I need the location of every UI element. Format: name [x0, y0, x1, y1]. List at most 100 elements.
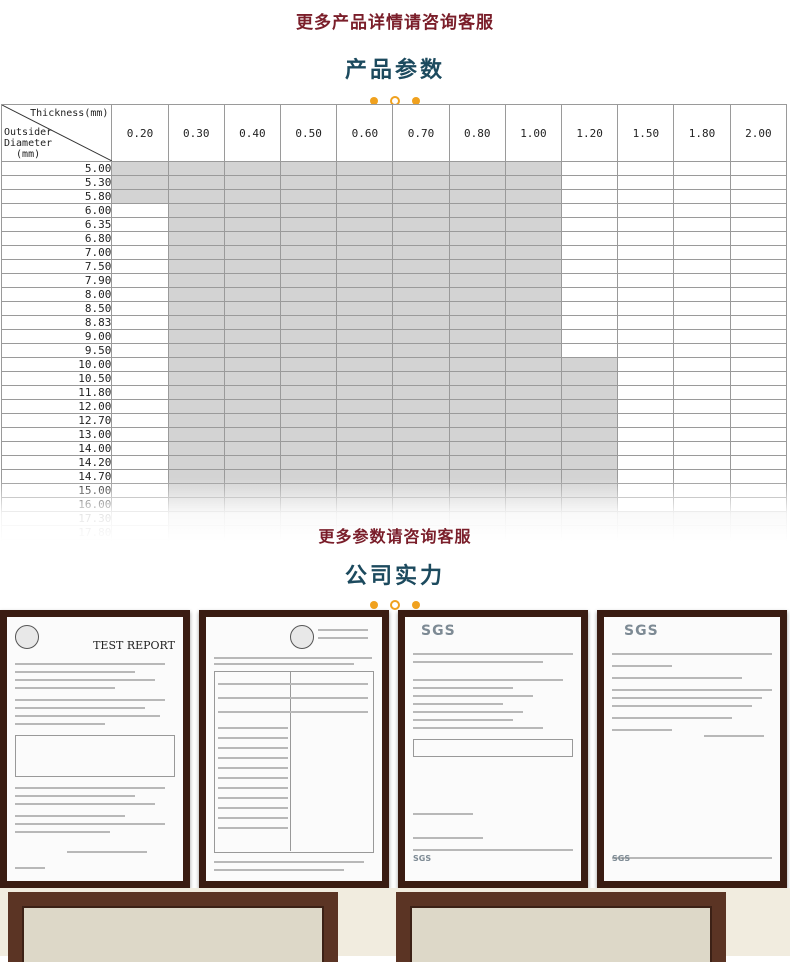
thickness-header: 1.20 [561, 104, 619, 162]
availability-cell [504, 329, 563, 344]
availability-cell [336, 217, 394, 232]
availability-cell [561, 427, 619, 442]
availability-cell [280, 231, 338, 246]
table-row: 10.50 [1, 371, 787, 386]
availability-cell [336, 245, 394, 260]
availability-cell [167, 455, 225, 470]
availability-cell [223, 287, 282, 302]
availability-cell [504, 259, 563, 274]
table-row: 13.00 [1, 427, 787, 442]
table-row: 6.80 [1, 231, 787, 246]
certificate-test-report-2[interactable] [199, 610, 389, 888]
availability-cell [673, 175, 731, 190]
availability-cell [280, 357, 338, 372]
availability-cell [448, 301, 506, 316]
availability-cell [392, 273, 450, 288]
availability-cell [280, 301, 338, 316]
availability-cell [336, 357, 394, 372]
table-row: 12.00 [1, 399, 787, 414]
availability-cell [167, 413, 225, 428]
availability-cell [167, 245, 225, 260]
availability-cell [280, 441, 338, 456]
availability-cell [392, 203, 450, 218]
availability-cell [504, 161, 563, 176]
table-row: 14.00 [1, 441, 787, 456]
certificate-test-report-1[interactable]: TEST REPORT [0, 610, 190, 888]
company-strength-title: 公司实力 [344, 564, 445, 589]
availability-cell [336, 343, 394, 358]
availability-cell [504, 301, 563, 316]
availability-cell [223, 189, 282, 204]
availability-cell [111, 455, 169, 470]
availability-cell [448, 329, 506, 344]
availability-cell [223, 161, 282, 176]
company-title-dots [0, 594, 790, 610]
availability-cell [561, 371, 619, 386]
availability-cell [448, 371, 506, 386]
availability-cell [280, 189, 338, 204]
availability-cell [617, 189, 675, 204]
certificate-sgs-2[interactable]: SGS SGS [597, 610, 787, 888]
availability-cell [392, 385, 450, 400]
availability-cell [673, 273, 731, 288]
availability-cell [392, 315, 450, 330]
availability-cell [448, 287, 506, 302]
availability-cell [167, 273, 225, 288]
more-params-link[interactable]: 更多参数请咨询客服 [0, 523, 790, 547]
availability-cell [673, 189, 731, 204]
table-row: 6.00 [1, 203, 787, 218]
availability-cell [561, 357, 619, 372]
diameter-label-line-2: Diameter [4, 138, 53, 149]
availability-cell [617, 301, 675, 316]
availability-cell [729, 441, 787, 456]
more-product-details-link[interactable]: 更多产品详情请咨询客服 [0, 8, 790, 33]
availability-cell [111, 175, 169, 190]
diameter-label-line-1: Outsider [4, 127, 53, 138]
availability-cell [673, 245, 731, 260]
certificate-paper: SGS SGS [604, 617, 780, 881]
availability-cell [223, 329, 282, 344]
dot-left [370, 600, 378, 609]
availability-cell [448, 245, 506, 260]
availability-cell [280, 161, 338, 176]
diameter-cell: 10.00 [1, 357, 113, 372]
diameter-label-line-3: (mm) [16, 149, 41, 160]
availability-cell [617, 343, 675, 358]
availability-cell [223, 231, 282, 246]
availability-cell [336, 301, 394, 316]
availability-cell [448, 441, 506, 456]
availability-cell [617, 329, 675, 344]
table-row: 7.00 [1, 245, 787, 260]
table-row: 5.30 [1, 175, 787, 190]
availability-cell [167, 329, 225, 344]
diameter-axis-label: Outsider Diameter (mm) [4, 127, 52, 160]
table-row: 8.50 [1, 301, 787, 316]
availability-cell [336, 371, 394, 386]
availability-cell [448, 259, 506, 274]
availability-cell [504, 343, 563, 358]
availability-cell [392, 399, 450, 414]
certificate-paper: TEST REPORT [7, 617, 183, 881]
availability-cell [111, 161, 169, 176]
availability-cell [167, 175, 225, 190]
thickness-header: 0.70 [392, 104, 450, 162]
availability-cell [111, 441, 169, 456]
availability-cell [673, 385, 731, 400]
availability-cell [223, 441, 282, 456]
availability-cell [617, 371, 675, 386]
availability-cell [729, 259, 787, 274]
availability-cell [673, 371, 731, 386]
thickness-header: 0.20 [111, 104, 169, 162]
diameter-cell: 9.00 [1, 329, 113, 344]
availability-cell [673, 357, 731, 372]
availability-cell [729, 287, 787, 302]
availability-cell [280, 175, 338, 190]
availability-cell [448, 231, 506, 246]
certificate-sgs-1[interactable]: SGS SGS [398, 610, 588, 888]
availability-cell [280, 455, 338, 470]
thickness-header: 0.80 [448, 104, 506, 162]
availability-cell [223, 273, 282, 288]
availability-cell [617, 315, 675, 330]
availability-cell [223, 455, 282, 470]
availability-cell [448, 203, 506, 218]
